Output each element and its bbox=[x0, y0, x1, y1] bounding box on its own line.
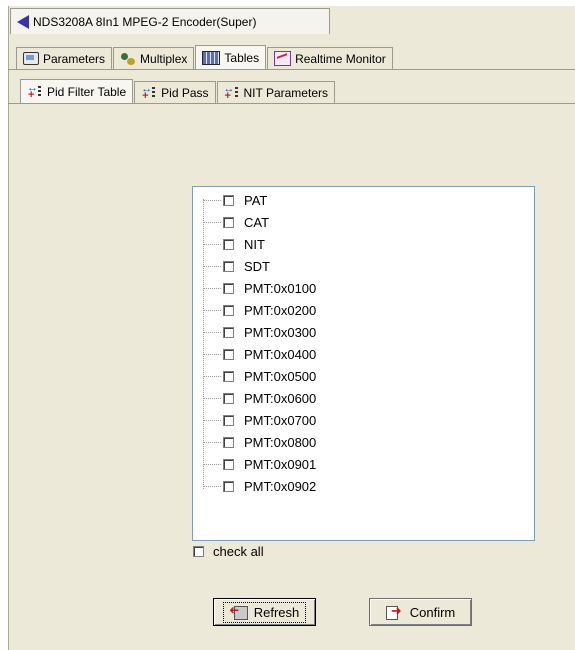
list-item-label: PMT:0x0200 bbox=[244, 302, 317, 318]
pid-checkbox[interactable] bbox=[223, 282, 234, 294]
sub-tab-bar: Pid Filter Table Pid Pass NIT Parameters bbox=[20, 79, 336, 103]
check-all-checkbox[interactable] bbox=[193, 546, 204, 557]
pid-checkbox[interactable] bbox=[223, 238, 234, 250]
tab-nit-parameters[interactable]: NIT Parameters bbox=[216, 81, 335, 103]
tab-multiplex-label: Multiplex bbox=[140, 51, 188, 66]
pid-icon bbox=[141, 83, 157, 102]
sub-tab-strip-line bbox=[8, 103, 575, 104]
list-item[interactable]: PMT:0x0300 bbox=[203, 322, 316, 342]
pid-icon bbox=[27, 82, 43, 101]
list-item[interactable]: PMT:0x0100 bbox=[203, 278, 316, 298]
list-item[interactable]: PMT:0x0902 bbox=[203, 476, 316, 496]
confirm-button-label: Confirm bbox=[409, 604, 456, 620]
pid-checkbox[interactable] bbox=[223, 458, 234, 470]
tab-tables-label: Tables bbox=[224, 50, 260, 65]
pid-checkbox[interactable] bbox=[223, 304, 234, 316]
refresh-icon bbox=[230, 605, 248, 620]
list-item[interactable]: PMT:0x0700 bbox=[203, 410, 316, 430]
list-item[interactable]: SDT bbox=[203, 256, 270, 276]
tab-pid-pass[interactable]: Pid Pass bbox=[134, 81, 216, 103]
tab-tables[interactable]: Tables bbox=[195, 45, 267, 69]
main-tab-strip-line bbox=[8, 69, 575, 70]
tables-icon bbox=[202, 50, 221, 65]
list-item-label: PMT:0x0300 bbox=[244, 324, 317, 340]
list-item-label: PAT bbox=[244, 192, 268, 208]
list-item-label: PMT:0x0400 bbox=[244, 346, 317, 362]
list-item-label: PMT:0x0100 bbox=[244, 280, 317, 296]
pid-filter-list[interactable]: PAT CAT NIT SDT PMT:0x0100 PMT:0x0200 PM… bbox=[192, 186, 535, 541]
pid-checkbox[interactable] bbox=[223, 392, 234, 404]
refresh-button-label: Refresh bbox=[253, 604, 300, 620]
pid-checkbox[interactable] bbox=[223, 348, 234, 360]
confirm-button[interactable]: Confirm bbox=[369, 598, 472, 626]
list-item-label: PMT:0x0700 bbox=[244, 412, 317, 428]
check-all-label: check all bbox=[213, 544, 264, 559]
list-item-label: PMT:0x0600 bbox=[244, 390, 317, 406]
list-item[interactable]: NIT bbox=[203, 234, 265, 254]
list-item-label: CAT bbox=[244, 214, 270, 230]
tab-nit-parameters-label: NIT Parameters bbox=[243, 85, 328, 100]
pid-checkbox[interactable] bbox=[223, 480, 234, 492]
list-item[interactable]: PMT:0x0800 bbox=[203, 432, 316, 452]
list-item-label: PMT:0x0901 bbox=[244, 456, 317, 472]
list-item[interactable]: PMT:0x0200 bbox=[203, 300, 316, 320]
list-item[interactable]: PMT:0x0500 bbox=[203, 366, 316, 386]
tab-realtime-monitor[interactable]: Realtime Monitor bbox=[267, 47, 393, 69]
tab-parameters[interactable]: Parameters bbox=[16, 47, 113, 69]
parameters-icon bbox=[23, 52, 39, 65]
check-all-option[interactable]: check all bbox=[193, 544, 264, 559]
multiplex-icon bbox=[120, 52, 136, 66]
list-item[interactable]: PMT:0x0400 bbox=[203, 344, 316, 364]
list-item-label: PMT:0x0902 bbox=[244, 478, 317, 494]
refresh-button-focus: Refresh bbox=[222, 601, 307, 623]
list-item[interactable]: PMT:0x0901 bbox=[203, 454, 316, 474]
tab-pid-pass-label: Pid Pass bbox=[161, 85, 209, 100]
list-item[interactable]: CAT bbox=[203, 212, 269, 232]
list-item-label: NIT bbox=[244, 236, 265, 252]
realtime-monitor-icon bbox=[274, 51, 292, 66]
pid-checkbox[interactable] bbox=[223, 216, 234, 228]
tab-realtime-monitor-label: Realtime Monitor bbox=[295, 51, 386, 66]
pid-checkbox[interactable] bbox=[223, 370, 234, 382]
main-tab-bar: Parameters Multiplex Tables Realtime Mon… bbox=[16, 45, 394, 69]
confirm-icon bbox=[385, 603, 404, 620]
list-item[interactable]: PAT bbox=[203, 190, 267, 210]
pid-checkbox[interactable] bbox=[223, 260, 234, 272]
tab-parameters-label: Parameters bbox=[43, 51, 106, 66]
list-item-label: PMT:0x0500 bbox=[244, 368, 317, 384]
pid-checkbox[interactable] bbox=[223, 194, 234, 206]
refresh-button[interactable]: Refresh bbox=[213, 598, 316, 626]
pid-icon bbox=[224, 83, 240, 102]
pid-checkbox[interactable] bbox=[223, 436, 234, 448]
list-item-label: PMT:0x0800 bbox=[244, 434, 317, 450]
pid-checkbox[interactable] bbox=[223, 326, 234, 338]
back-arrow-icon bbox=[17, 14, 29, 29]
window-title: NDS3208A 8In1 MPEG-2 Encoder(Super) bbox=[33, 14, 257, 29]
pid-checkbox[interactable] bbox=[223, 414, 234, 426]
list-item[interactable]: PMT:0x0600 bbox=[203, 388, 316, 408]
tab-pid-filter-table-label: Pid Filter Table bbox=[47, 84, 127, 99]
tab-pid-filter-table[interactable]: Pid Filter Table bbox=[20, 79, 134, 103]
window-title-tab[interactable]: NDS3208A 8In1 MPEG-2 Encoder(Super) bbox=[10, 8, 330, 34]
list-item-label: SDT bbox=[244, 258, 270, 274]
tab-multiplex[interactable]: Multiplex bbox=[113, 47, 195, 69]
